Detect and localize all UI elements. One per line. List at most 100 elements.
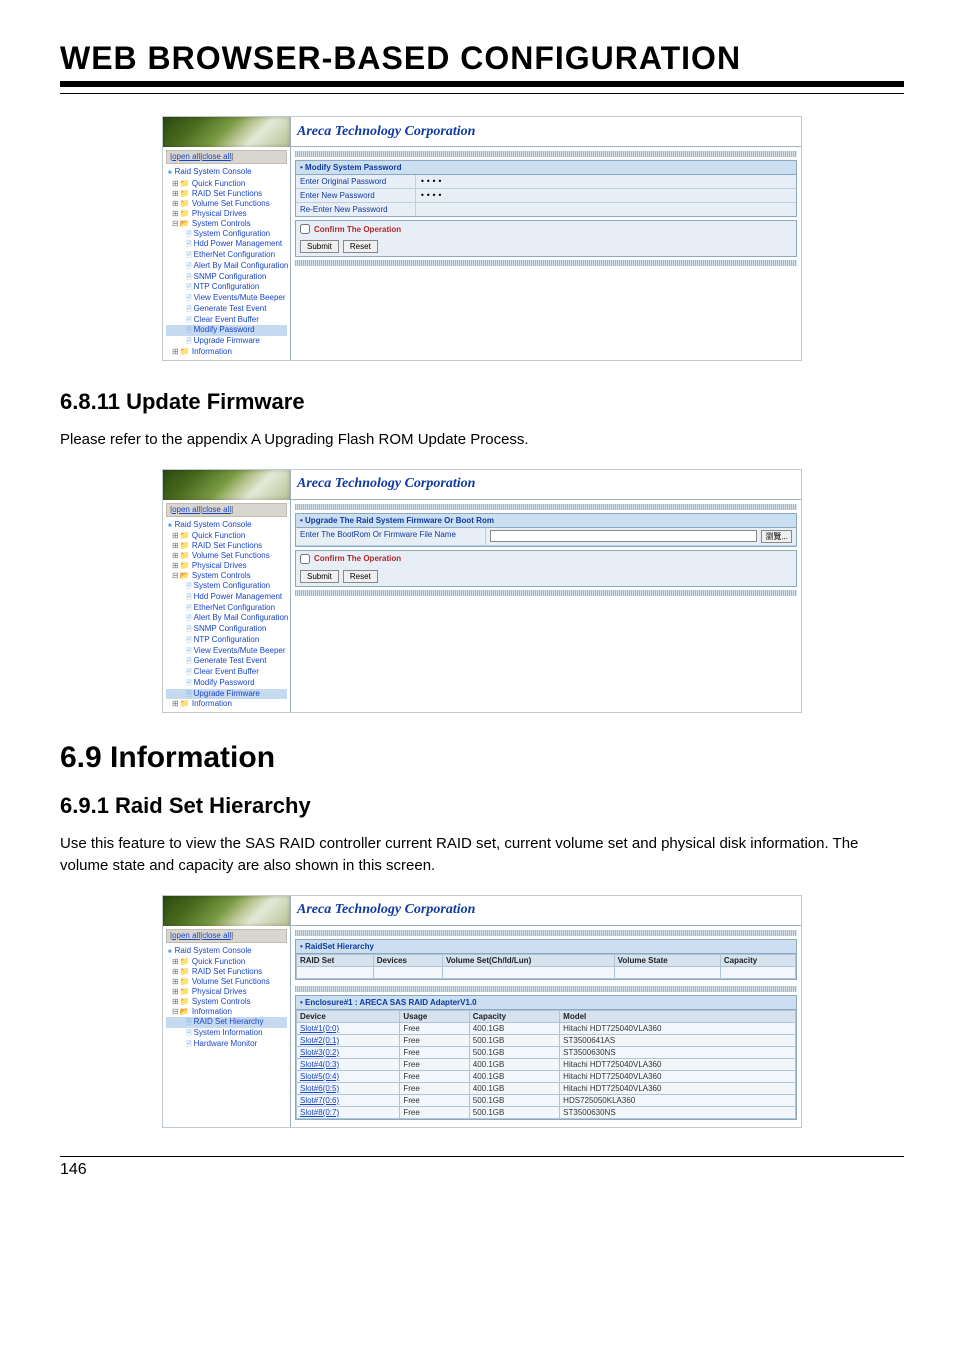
tree-quick-3[interactable]: 📁 Quick Function xyxy=(166,957,287,967)
leaf-modify-password[interactable]: Modify Password xyxy=(166,325,287,336)
col-devices: Devices xyxy=(373,954,442,966)
tree-information[interactable]: 📁 Information xyxy=(166,347,287,357)
leaf-alert-2[interactable]: Alert By Mail Configuration xyxy=(166,613,287,624)
leaf-upgrade-firmware[interactable]: Upgrade Firmware xyxy=(166,336,287,347)
modify-password-panel: • Modify System Password Enter Original … xyxy=(295,160,797,217)
tree-volset-2[interactable]: 📁 Volume Set Functions xyxy=(166,551,287,561)
leaf-upfw-2[interactable]: Upgrade Firmware xyxy=(166,689,287,700)
leaf-clear-2[interactable]: Clear Event Buffer xyxy=(166,667,287,678)
leaf-snmp-2[interactable]: SNMP Configuration xyxy=(166,624,287,635)
leaf-sysconf-2[interactable]: System Configuration xyxy=(166,581,287,592)
confirm-label: Confirm The Operation xyxy=(314,225,401,234)
tree-info-2[interactable]: 📁 Information xyxy=(166,699,287,709)
app-header-3: Areca Technology Corporation xyxy=(163,896,801,926)
cell-usage: Free xyxy=(400,1046,469,1058)
open-all-link-3[interactable]: open all xyxy=(172,931,200,940)
leaf-raidhier[interactable]: RAID Set Hierarchy xyxy=(166,1017,287,1028)
confirm-checkbox[interactable] xyxy=(300,224,310,234)
tree-syscontrols-2[interactable]: 📂 System Controls xyxy=(166,571,287,581)
re-pw-field[interactable] xyxy=(416,203,796,216)
device-link[interactable]: Slot#2(0:1) xyxy=(297,1034,400,1046)
submit-button[interactable]: Submit xyxy=(300,240,339,253)
leaf-clear-event-buffer[interactable]: Clear Event Buffer xyxy=(166,315,287,326)
device-link[interactable]: Slot#3(0:2) xyxy=(297,1046,400,1058)
close-all-link-2[interactable]: close all xyxy=(202,505,231,514)
device-link[interactable]: Slot#4(0:3) xyxy=(297,1058,400,1070)
cell-usage: Free xyxy=(400,1022,469,1034)
cell-capacity: 400.1GB xyxy=(469,1082,559,1094)
table-row: Slot#8(0:7)Free500.1GBST3500630NS xyxy=(297,1106,796,1118)
browse-button[interactable]: 瀏覽... xyxy=(761,530,792,543)
leaf-generate-test[interactable]: Generate Test Event xyxy=(166,304,287,315)
tree-toggle-bar: |open all|close all| xyxy=(166,150,287,164)
tree-physical-drives[interactable]: 📁 Physical Drives xyxy=(166,209,287,219)
leaf-snmp-config[interactable]: SNMP Configuration xyxy=(166,272,287,283)
orig-pw-field[interactable]: •••• xyxy=(416,175,796,188)
tree-raidset-2[interactable]: 📁 RAID Set Functions xyxy=(166,541,287,551)
tree-info-3[interactable]: 📂 Information xyxy=(166,1007,287,1017)
tree-syscontrols-3[interactable]: 📁 System Controls xyxy=(166,997,287,1007)
tree-raidset-functions[interactable]: 📁 RAID Set Functions xyxy=(166,189,287,199)
device-link[interactable]: Slot#6(0:5) xyxy=(297,1082,400,1094)
leaf-view-events[interactable]: View Events/Mute Beeper xyxy=(166,293,287,304)
panel-title-2: • Upgrade The Raid System Firmware Or Bo… xyxy=(296,514,796,528)
cell-model: Hitachi HDT725040VLA360 xyxy=(560,1070,796,1082)
leaf-alert-mail[interactable]: Alert By Mail Configuration xyxy=(166,261,287,272)
tree-volset-3[interactable]: 📁 Volume Set Functions xyxy=(166,977,287,987)
col-volumestate: Volume State xyxy=(614,954,720,966)
tree-quick-function[interactable]: 📁 Quick Function xyxy=(166,179,287,189)
tree-physical-3[interactable]: 📁 Physical Drives xyxy=(166,987,287,997)
new-pw-field[interactable]: •••• xyxy=(416,189,796,202)
cell-capacity: 400.1GB xyxy=(469,1058,559,1070)
leaf-view-2[interactable]: View Events/Mute Beeper xyxy=(166,646,287,657)
leaf-hwmon[interactable]: Hardware Monitor xyxy=(166,1039,287,1050)
tree-quick-2[interactable]: 📁 Quick Function xyxy=(166,531,287,541)
leaf-ntp-2[interactable]: NTP Configuration xyxy=(166,635,287,646)
leaf-ntp-config[interactable]: NTP Configuration xyxy=(166,282,287,293)
cell-model: ST3500641AS xyxy=(560,1034,796,1046)
confirm-checkbox-2[interactable] xyxy=(300,554,310,564)
col-volumeset: Volume Set(Ch/Id/Lun) xyxy=(443,954,615,966)
cell-usage: Free xyxy=(400,1058,469,1070)
open-all-link-2[interactable]: open all xyxy=(172,505,200,514)
device-link[interactable]: Slot#5(0:4) xyxy=(297,1070,400,1082)
leaf-ether-2[interactable]: EtherNet Configuration xyxy=(166,603,287,614)
col-cap: Capacity xyxy=(469,1010,559,1022)
close-all-link-3[interactable]: close all xyxy=(202,931,231,940)
tree-system-controls[interactable]: 📂 System Controls xyxy=(166,219,287,229)
tree-volumeset-functions[interactable]: 📁 Volume Set Functions xyxy=(166,199,287,209)
page-number: 146 xyxy=(60,1161,904,1179)
tree-root-3[interactable]: Raid System Console xyxy=(166,946,287,957)
table-row xyxy=(297,966,796,978)
upgrade-fw-panel: • Upgrade The Raid System Firmware Or Bo… xyxy=(295,513,797,547)
brand-text-3: Areca Technology Corporation xyxy=(291,896,801,926)
cell-capacity: 500.1GB xyxy=(469,1046,559,1058)
table-row: Slot#1(0:0)Free400.1GBHitachi HDT725040V… xyxy=(297,1022,796,1034)
firmware-file-input[interactable] xyxy=(490,530,757,542)
cell-usage: Free xyxy=(400,1106,469,1118)
tree-toggle-bar-3: |open all|close all| xyxy=(166,929,287,943)
open-all-link[interactable]: open all xyxy=(172,152,200,161)
leaf-modpw-2[interactable]: Modify Password xyxy=(166,678,287,689)
page-title-text: WEB BROWSER-BASED CONFIGURATION xyxy=(60,40,741,76)
reset-button-2[interactable]: Reset xyxy=(343,570,378,583)
device-link[interactable]: Slot#1(0:0) xyxy=(297,1022,400,1034)
leaf-hdd-2[interactable]: Hdd Power Management xyxy=(166,592,287,603)
footer-rule xyxy=(60,1156,904,1157)
close-all-link[interactable]: close all xyxy=(202,152,231,161)
leaf-ethernet-config[interactable]: EtherNet Configuration xyxy=(166,250,287,261)
tree-physical-2[interactable]: 📁 Physical Drives xyxy=(166,561,287,571)
tree-root-2[interactable]: Raid System Console xyxy=(166,520,287,531)
leaf-gentest-2[interactable]: Generate Test Event xyxy=(166,656,287,667)
device-link[interactable]: Slot#7(0:6) xyxy=(297,1094,400,1106)
tree-root[interactable]: Raid System Console xyxy=(166,167,287,178)
reset-button[interactable]: Reset xyxy=(343,240,378,253)
leaf-hdd-power[interactable]: Hdd Power Management xyxy=(166,239,287,250)
body-6-9-1: Use this feature to view the SAS RAID co… xyxy=(60,833,904,877)
hierarchy-table: RAID Set Devices Volume Set(Ch/Id/Lun) V… xyxy=(296,954,796,979)
tree-raidset-3[interactable]: 📁 RAID Set Functions xyxy=(166,967,287,977)
submit-button-2[interactable]: Submit xyxy=(300,570,339,583)
leaf-system-configuration[interactable]: System Configuration xyxy=(166,229,287,240)
leaf-sysinfo[interactable]: System Information xyxy=(166,1028,287,1039)
device-link[interactable]: Slot#8(0:7) xyxy=(297,1106,400,1118)
